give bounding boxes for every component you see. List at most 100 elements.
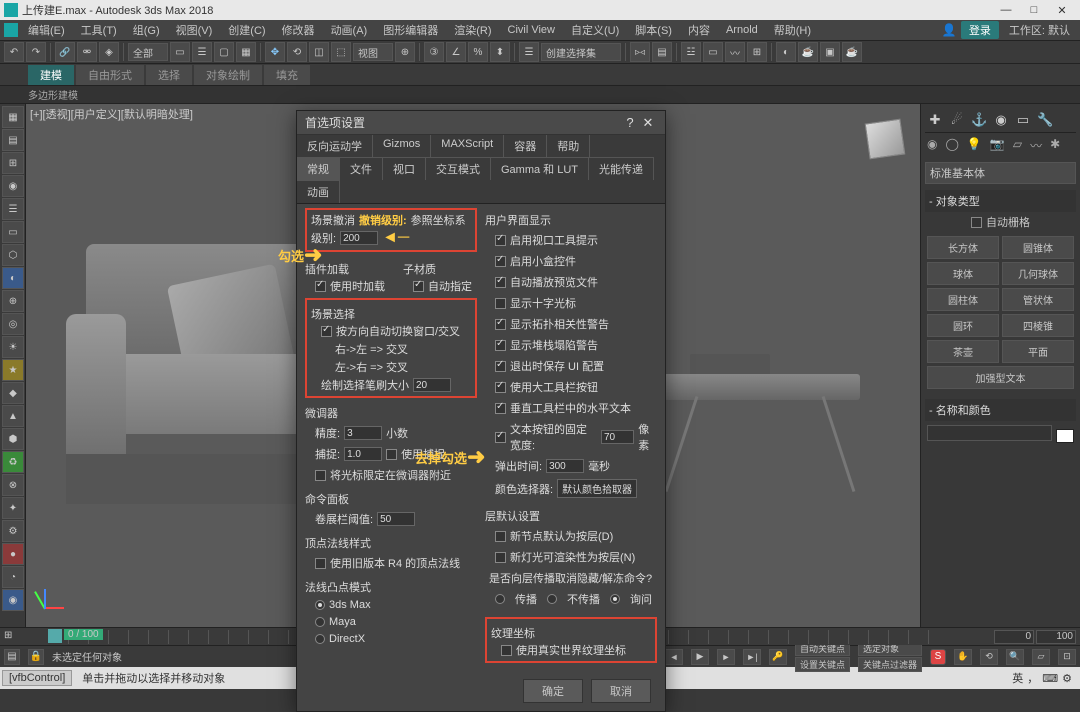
tab-maxscript[interactable]: MAXScript: [431, 135, 504, 157]
undo-button[interactable]: [4, 42, 24, 62]
pivot-button[interactable]: ⊕: [395, 42, 415, 62]
menu-customize[interactable]: 自定义(U): [565, 22, 625, 38]
ltb-16[interactable]: ♻: [2, 451, 24, 473]
ltb-22[interactable]: ◉: [2, 589, 24, 611]
tab-radiosity[interactable]: 光能传递: [589, 157, 654, 180]
layer-button[interactable]: ☳: [681, 42, 701, 62]
menu-tools[interactable]: 工具(T): [75, 22, 123, 38]
by-dir-check[interactable]: [321, 326, 332, 337]
topo-check[interactable]: [495, 319, 506, 330]
space-icon[interactable]: 〰: [1030, 137, 1042, 154]
goto-end[interactable]: ►|: [743, 649, 761, 665]
largetb-check[interactable]: [495, 382, 506, 393]
menu-civilview[interactable]: Civil View: [502, 24, 561, 36]
radio-maya[interactable]: [315, 617, 325, 627]
scroll-th-spinner[interactable]: 50: [377, 512, 415, 526]
ltb-2[interactable]: ▤: [2, 129, 24, 151]
ltb-3[interactable]: ⊞: [2, 152, 24, 174]
realworld-check[interactable]: [501, 645, 512, 656]
ime-punct-icon[interactable]: ，: [1027, 670, 1038, 686]
rotate-button[interactable]: ⟲: [287, 42, 307, 62]
ribbon-tab-freeform[interactable]: 自由形式: [76, 65, 144, 85]
maximize-button[interactable]: □: [1028, 4, 1040, 17]
lights-icon[interactable]: 💡: [967, 137, 982, 154]
prim-cylinder[interactable]: 圆柱体: [927, 288, 999, 311]
ltb-14[interactable]: ▲: [2, 405, 24, 427]
ltb-17[interactable]: ⊗: [2, 474, 24, 496]
radio-3dsmax[interactable]: [315, 600, 325, 610]
schematic-button[interactable]: ⊞: [747, 42, 767, 62]
ribbon-tab-modeling[interactable]: 建模: [28, 65, 74, 85]
prim-teapot[interactable]: 茶壶: [927, 340, 999, 363]
ltb-15[interactable]: ⬢: [2, 428, 24, 450]
app-logo-icon[interactable]: [4, 23, 18, 37]
menu-edit[interactable]: 编辑(E): [22, 22, 71, 38]
ltb-1[interactable]: ▦: [2, 106, 24, 128]
viewcube[interactable]: [860, 114, 910, 164]
select-name-button[interactable]: ☰: [192, 42, 212, 62]
prim-cone[interactable]: 圆锥体: [1002, 236, 1074, 259]
ltb-11[interactable]: ☀: [2, 336, 24, 358]
move-button[interactable]: ✥: [265, 42, 285, 62]
panel-motion-icon[interactable]: ◉: [993, 112, 1009, 128]
ribbon-tab-objpaint[interactable]: 对象绘制: [194, 65, 262, 85]
horiz-check[interactable]: [495, 403, 506, 414]
use-on-load-check[interactable]: [315, 281, 326, 292]
ok-button[interactable]: 确定: [523, 679, 583, 703]
time-slider[interactable]: [48, 629, 62, 643]
ltb-20[interactable]: ●: [2, 543, 24, 565]
spinner-snap[interactable]: ⬍: [490, 42, 510, 62]
prim-pyramid[interactable]: 四棱锥: [1002, 314, 1074, 337]
ltb-10[interactable]: ◎: [2, 313, 24, 335]
tab-interaction[interactable]: 交互模式: [426, 157, 491, 180]
menu-create[interactable]: 创建(C): [222, 22, 271, 38]
select-button[interactable]: ▭: [170, 42, 190, 62]
lock-spinner-check[interactable]: [315, 470, 326, 481]
keyfilter-button[interactable]: 关键点过滤器: [858, 657, 922, 672]
geom-icon[interactable]: ◉: [927, 137, 937, 154]
window-crossing-button[interactable]: ▦: [236, 42, 256, 62]
prim-torus[interactable]: 圆环: [927, 314, 999, 337]
tab-animation[interactable]: 动画: [297, 180, 340, 203]
ltb-9[interactable]: ⊕: [2, 290, 24, 312]
systems-icon[interactable]: ✱: [1050, 137, 1060, 154]
fixed-check[interactable]: [495, 432, 506, 443]
prim-sphere[interactable]: 球体: [927, 262, 999, 285]
setkey-button[interactable]: 设置关键点: [795, 657, 850, 672]
auto-assign-check[interactable]: [413, 281, 424, 292]
menu-arnold[interactable]: Arnold: [720, 24, 764, 36]
menu-graph[interactable]: 图形编辑器: [377, 22, 444, 38]
menu-animation[interactable]: 动画(A): [325, 22, 374, 38]
ltb-5[interactable]: ☰: [2, 198, 24, 220]
named-sel-button[interactable]: ☰: [519, 42, 539, 62]
tab-ik[interactable]: 反向运动学: [297, 135, 373, 157]
minimize-button[interactable]: —: [1000, 4, 1012, 17]
prim-textplus[interactable]: 加强型文本: [927, 366, 1074, 389]
tab-gizmos[interactable]: Gizmos: [373, 135, 431, 157]
use-snap-check[interactable]: [386, 449, 397, 460]
ime-s-icon[interactable]: S: [930, 649, 946, 665]
prim-geosphere[interactable]: 几何球体: [1002, 262, 1074, 285]
ribbon-tab-populate[interactable]: 填充: [264, 65, 310, 85]
named-sel-dropdown[interactable]: 创建选择集: [541, 43, 621, 61]
caddy-check[interactable]: [495, 256, 506, 267]
ribbon-tab-selection[interactable]: 选择: [146, 65, 192, 85]
time-start[interactable]: 0: [994, 630, 1034, 644]
cameras-icon[interactable]: 📷: [990, 137, 1005, 154]
ribbon-toggle[interactable]: ▭: [703, 42, 723, 62]
panel-hierarchy-icon[interactable]: ⚓: [971, 112, 987, 128]
autoplay-check[interactable]: [495, 277, 506, 288]
nav-fov[interactable]: ▱: [1032, 649, 1050, 665]
render-button[interactable]: ☕: [842, 42, 862, 62]
color-selector-dropdown[interactable]: 默认颜色拾取器: [557, 479, 637, 498]
angle-snap[interactable]: ∠: [446, 42, 466, 62]
selection-filter[interactable]: 全部: [128, 43, 168, 61]
menu-render[interactable]: 渲染(R): [448, 22, 497, 38]
key-mode[interactable]: 🔑: [769, 649, 787, 665]
menu-help[interactable]: 帮助(H): [768, 22, 817, 38]
color-swatch[interactable]: [1056, 429, 1074, 443]
prim-tube[interactable]: 管状体: [1002, 288, 1074, 311]
ltb-7[interactable]: ⬡: [2, 244, 24, 266]
cross-check[interactable]: [495, 298, 506, 309]
ltb-4[interactable]: ◉: [2, 175, 24, 197]
